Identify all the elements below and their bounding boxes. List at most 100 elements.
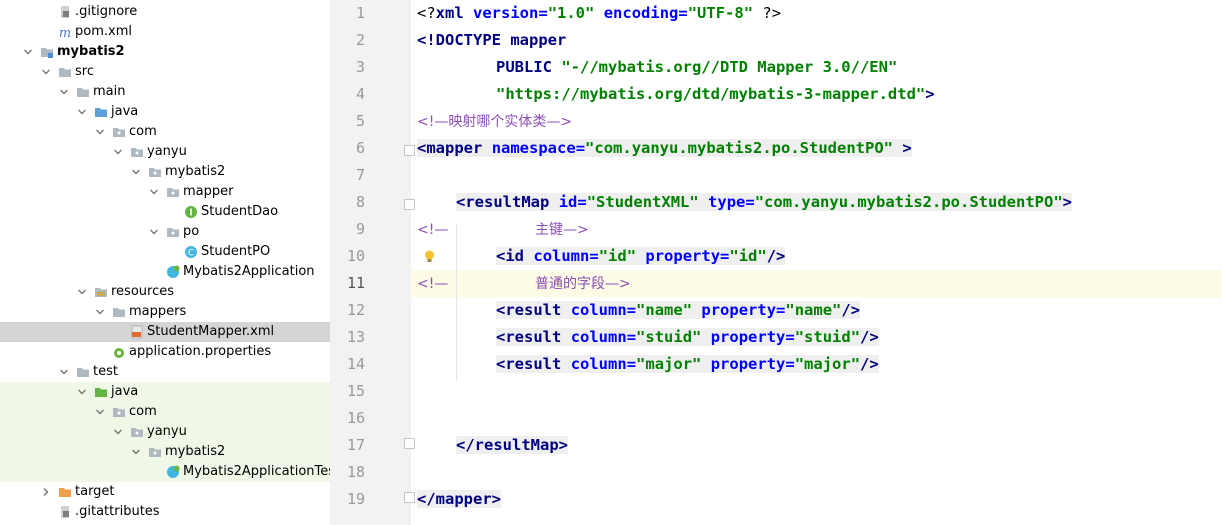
code-line-11-comment: 普通的字段—> bbox=[535, 276, 631, 292]
tree-item[interactable]: com bbox=[0, 122, 341, 142]
tree-item-label: mappers bbox=[129, 304, 187, 319]
tree-item[interactable]: java bbox=[0, 382, 341, 402]
line-number: 8 bbox=[355, 193, 365, 211]
xml-file-icon bbox=[130, 325, 144, 339]
properties-icon bbox=[112, 345, 126, 359]
tree-item[interactable]: java bbox=[0, 102, 341, 122]
code-line-11: <!— bbox=[417, 276, 449, 292]
tree-item[interactable]: mappers bbox=[0, 302, 341, 322]
chevron-down-icon[interactable] bbox=[94, 306, 106, 318]
spring-test-class-icon bbox=[166, 465, 180, 479]
fold-marker[interactable] bbox=[404, 492, 415, 503]
tree-item-label: mapper bbox=[183, 184, 234, 199]
chevron-down-icon[interactable] bbox=[148, 186, 160, 198]
spring-class-icon bbox=[166, 265, 180, 279]
line-number: 12 bbox=[346, 301, 365, 319]
line-number: 14 bbox=[346, 355, 365, 373]
tree-item[interactable]: yanyu bbox=[0, 422, 341, 442]
chevron-down-icon[interactable] bbox=[94, 406, 106, 418]
tree-item[interactable]: src bbox=[0, 62, 341, 82]
chevron-down-icon[interactable] bbox=[112, 146, 124, 158]
indent-guide bbox=[456, 225, 457, 380]
chevron-down-icon[interactable] bbox=[130, 166, 142, 178]
chevron-down-icon[interactable] bbox=[58, 366, 70, 378]
chevron-down-icon[interactable] bbox=[148, 226, 160, 238]
interface-icon bbox=[184, 205, 198, 219]
tree-item[interactable]: resources bbox=[0, 282, 341, 302]
line-number: 13 bbox=[346, 328, 365, 346]
line-number: 18 bbox=[346, 463, 365, 481]
tree-item-label: com bbox=[129, 404, 157, 419]
fold-marker[interactable] bbox=[404, 199, 415, 210]
chevron-down-icon[interactable] bbox=[76, 106, 88, 118]
tree-item-label: src bbox=[75, 64, 94, 79]
tree-item[interactable]: com bbox=[0, 402, 341, 422]
tree-item[interactable]: C StudentPO bbox=[0, 242, 341, 262]
line-number: 6 bbox=[355, 139, 365, 157]
test-folder-icon bbox=[94, 385, 108, 399]
tree-item[interactable]: m pom.xml bbox=[0, 22, 341, 42]
tree-item-label: .gitignore bbox=[75, 4, 138, 19]
folder-icon bbox=[76, 85, 90, 99]
project-tree[interactable]: .gitignore m pom.xml mybatis2 src main java com… bbox=[0, 0, 341, 525]
tree-item[interactable]: po bbox=[0, 222, 341, 242]
tree-item-label: pom.xml bbox=[75, 24, 132, 39]
package-icon bbox=[148, 165, 162, 179]
line-number: 3 bbox=[355, 58, 365, 76]
svg-text:m: m bbox=[59, 26, 71, 39]
tree-item[interactable]: mapper bbox=[0, 182, 341, 202]
chevron-down-icon[interactable] bbox=[76, 386, 88, 398]
package-icon bbox=[166, 225, 180, 239]
lightbulb-icon[interactable] bbox=[424, 250, 435, 264]
tree-item[interactable]: Mybatis2ApplicationTests bbox=[0, 462, 341, 482]
code-line-10: <id column="id" property="id"/> bbox=[496, 247, 786, 265]
fold-marker[interactable] bbox=[404, 145, 415, 156]
tree-item-label: .gitattributes bbox=[75, 504, 160, 519]
tree-item[interactable]: mybatis2 bbox=[0, 162, 341, 182]
tree-item-label: StudentDao bbox=[201, 204, 279, 219]
package-icon bbox=[130, 145, 144, 159]
code-line-9-comment: 主键—> bbox=[535, 222, 589, 238]
tree-item[interactable]: StudentMapper.xml bbox=[0, 322, 341, 342]
module-folder-icon bbox=[40, 45, 54, 59]
tree-item-label: com bbox=[129, 124, 157, 139]
tree-item-label: mybatis2 bbox=[165, 444, 226, 459]
code-line-19: </mapper> bbox=[417, 490, 502, 508]
chevron-down-icon[interactable] bbox=[130, 446, 142, 458]
line-number: 10 bbox=[346, 247, 365, 265]
tree-item[interactable]: mybatis2 bbox=[0, 42, 341, 62]
fold-marker[interactable] bbox=[404, 438, 415, 449]
class-icon: C bbox=[184, 245, 198, 259]
line-number: 17 bbox=[346, 436, 365, 454]
line-number: 7 bbox=[355, 166, 365, 184]
svg-text:C: C bbox=[188, 249, 194, 259]
chevron-down-icon[interactable] bbox=[94, 126, 106, 138]
tree-item[interactable]: test bbox=[0, 362, 341, 382]
tree-item[interactable]: .gitignore bbox=[0, 2, 341, 22]
tree-item-label: Mybatis2ApplicationTests bbox=[183, 464, 341, 479]
line-number: 11 bbox=[346, 274, 365, 292]
tree-item[interactable]: mybatis2 bbox=[0, 442, 341, 462]
chevron-down-icon[interactable] bbox=[22, 46, 34, 58]
line-number: 5 bbox=[355, 112, 365, 130]
package-icon bbox=[112, 125, 126, 139]
chevron-right-icon[interactable] bbox=[40, 486, 52, 498]
chevron-down-icon[interactable] bbox=[40, 66, 52, 78]
tree-scrollbar[interactable] bbox=[330, 0, 341, 525]
folder-icon bbox=[58, 65, 72, 79]
chevron-down-icon[interactable] bbox=[76, 286, 88, 298]
tree-item[interactable]: main bbox=[0, 82, 341, 102]
resources-folder-icon bbox=[94, 285, 108, 299]
tree-item[interactable]: .gitattributes bbox=[0, 502, 341, 522]
chevron-down-icon[interactable] bbox=[58, 86, 70, 98]
tree-item[interactable]: target bbox=[0, 482, 341, 502]
tree-item-label: StudentMapper.xml bbox=[147, 324, 275, 339]
chevron-down-icon[interactable] bbox=[112, 426, 124, 438]
tree-item[interactable]: StudentDao bbox=[0, 202, 341, 222]
code-line-12: <result column="name" property="name"/> bbox=[496, 301, 861, 319]
tree-item-label: Mybatis2Application bbox=[183, 264, 315, 279]
code-line-8: <resultMap id="StudentXML" type="com.yan… bbox=[456, 193, 1072, 211]
tree-item[interactable]: application.properties bbox=[0, 342, 341, 362]
tree-item[interactable]: yanyu bbox=[0, 142, 341, 162]
tree-item[interactable]: Mybatis2Application bbox=[0, 262, 341, 282]
